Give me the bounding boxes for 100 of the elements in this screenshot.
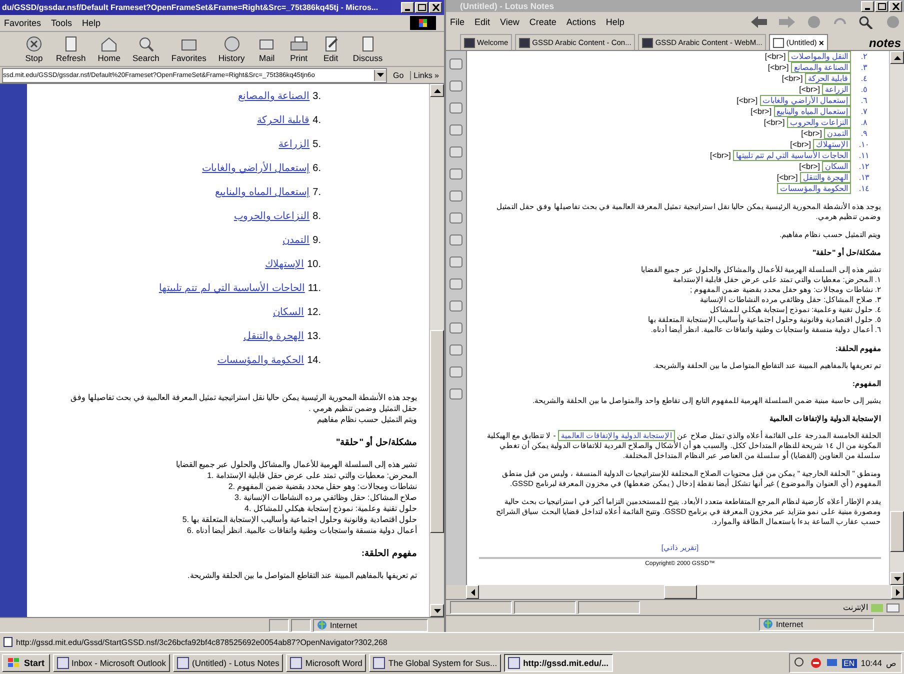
- topic-link[interactable]: الصناعة والمصانع: [238, 90, 310, 102]
- topic-link[interactable]: الهجرة والتنقل: [243, 330, 304, 342]
- back-arrow-icon[interactable]: [750, 15, 768, 29]
- vertical-scrollbar[interactable]: [429, 84, 444, 617]
- dropdown-arrow-icon[interactable]: [376, 73, 384, 77]
- topic-link[interactable]: إستعمال المياه والينابيع: [215, 186, 310, 198]
- close-tab-button[interactable]: ×: [818, 38, 824, 48]
- scroll-right-icon[interactable]: [896, 588, 900, 596]
- close-button[interactable]: [429, 2, 442, 13]
- scroll-up-icon[interactable]: [434, 88, 440, 92]
- topic-link[interactable]: التمدن: [282, 234, 310, 246]
- scroll-thumb[interactable]: [430, 330, 444, 534]
- print-button[interactable]: Print: [284, 35, 313, 63]
- topic-link[interactable]: إستعمال الأراضي والغابات: [760, 95, 851, 106]
- bookmark-icon[interactable]: [449, 387, 463, 401]
- windows-logo-icon: [410, 16, 436, 30]
- text-line: .تم تعريفها بالمفاهيم المبينة عند التقاطع المتواصل ما بين الحلقة والشريحة: [188, 570, 417, 581]
- home-button[interactable]: Home: [94, 35, 124, 63]
- scroll-left-icon[interactable]: [470, 588, 474, 596]
- search-button[interactable]: Search: [128, 35, 164, 63]
- topic-link[interactable]: النزاعات والحروب: [786, 117, 851, 128]
- bookmark-icon[interactable]: [449, 255, 463, 269]
- scroll-down-icon[interactable]: [894, 576, 900, 580]
- bookmark-icon[interactable]: [449, 365, 463, 379]
- menu-item[interactable]: Favorites: [4, 18, 42, 28]
- taskbar-button[interactable]: http://gssd.mit.edu/...: [504, 654, 613, 672]
- topic-link[interactable]: الزراعة: [278, 138, 310, 150]
- topic-link[interactable]: إستعمال الأراضي والغابات: [202, 162, 310, 174]
- links-button[interactable]: Links »: [410, 70, 442, 80]
- start-button[interactable]: Start: [2, 654, 50, 672]
- no-entry-icon[interactable]: [810, 657, 822, 669]
- horizontal-scrollbar[interactable]: [466, 585, 904, 599]
- go-button[interactable]: Go: [390, 70, 407, 80]
- menu-item[interactable]: Edit: [474, 17, 490, 27]
- bookmark-icon[interactable]: [449, 189, 463, 203]
- bookmark-icon[interactable]: [449, 299, 463, 313]
- maximize-button[interactable]: [415, 2, 428, 13]
- topic-link[interactable]: السكان: [273, 306, 304, 318]
- bookmark-icon[interactable]: [449, 79, 463, 93]
- topic-link[interactable]: الإستهلاك: [265, 258, 304, 270]
- bookmark-icon[interactable]: [449, 233, 463, 247]
- taskbar-button[interactable]: Inbox - Microsoft Outlook: [52, 654, 170, 672]
- scroll-down-icon[interactable]: [434, 608, 440, 612]
- bookmark-icon[interactable]: [449, 167, 463, 181]
- discuss-button[interactable]: Discuss: [348, 35, 387, 63]
- topic-link[interactable]: قابلية الحركة: [804, 73, 851, 84]
- scroll-thumb[interactable]: [890, 511, 904, 552]
- taskbar-button[interactable]: Microsoft Word: [286, 654, 366, 672]
- scroll-thumb[interactable]: [664, 585, 698, 599]
- topic-link[interactable]: النقل والمواصلات: [788, 51, 851, 62]
- bookmark-icon[interactable]: [449, 145, 463, 159]
- topic-link[interactable]: إستعمال المياه والينابيع: [774, 106, 851, 117]
- text-line: صلاح المشاكل: حقل وظائفي مرده النشاطات الإنسانية .3: [234, 492, 417, 503]
- taskbar-button[interactable]: The Global System for Sus...: [369, 654, 502, 672]
- topic-link[interactable]: الحكومة والمؤسسات: [217, 354, 304, 366]
- maximize-button[interactable]: [875, 0, 888, 12]
- minimize-button[interactable]: [401, 2, 414, 13]
- topic-link[interactable]: الصناعة والمصانع: [790, 62, 851, 73]
- menu-item[interactable]: Create: [529, 17, 556, 27]
- menu-item[interactable]: Tools: [51, 18, 72, 28]
- bookmark-icon[interactable]: [449, 321, 463, 335]
- topic-link[interactable]: الإستهلاك: [813, 139, 851, 150]
- menu-item[interactable]: Help: [606, 17, 624, 27]
- bookmark-icon[interactable]: [449, 277, 463, 291]
- menu-item[interactable]: Help: [82, 18, 101, 28]
- taskbar-button[interactable]: (Untitled) - Lotus Notes: [173, 654, 284, 672]
- forward-arrow-icon[interactable]: [778, 15, 796, 29]
- bookmark-icon[interactable]: [449, 343, 463, 357]
- search-icon[interactable]: [858, 15, 874, 29]
- scroll-up-icon[interactable]: [894, 56, 900, 60]
- history-button[interactable]: History: [214, 35, 249, 63]
- vertical-scrollbar[interactable]: [889, 51, 904, 585]
- refresh-button[interactable]: Refresh: [52, 35, 90, 63]
- topic-link[interactable]: قابلية الحركة: [256, 114, 310, 126]
- topic-link[interactable]: النزاعات والحروب: [234, 210, 310, 222]
- topic-link[interactable]: السكان: [822, 161, 851, 172]
- inbox-icon[interactable]: [886, 602, 900, 612]
- topic-link[interactable]: التمدن: [824, 128, 851, 139]
- menu-item[interactable]: File: [450, 17, 465, 27]
- bookmark-icon[interactable]: [449, 57, 463, 71]
- mail-button[interactable]: Mail: [252, 35, 281, 63]
- language-indicator[interactable]: EN: [842, 658, 857, 668]
- menu-item[interactable]: View: [500, 17, 520, 27]
- search-icon[interactable]: [794, 657, 806, 669]
- edit-button[interactable]: Edit: [316, 35, 345, 63]
- topic-link[interactable]: الهجرة والتنقل: [800, 172, 851, 183]
- favorites-button[interactable]: Favorites: [167, 35, 210, 63]
- monitor-icon[interactable]: [826, 657, 838, 669]
- menu-item[interactable]: Actions: [566, 17, 596, 27]
- topic-link[interactable]: الزراعة: [822, 84, 851, 95]
- bookmark-icon[interactable]: [449, 123, 463, 137]
- stop-button[interactable]: Stop: [20, 35, 48, 63]
- topic-link[interactable]: الحاجات الأساسية التي لم تتم تلبيتها: [732, 150, 851, 161]
- close-button[interactable]: [889, 0, 902, 12]
- bookmark-icon[interactable]: [449, 211, 463, 225]
- minimize-button[interactable]: [861, 0, 874, 12]
- topic-link[interactable]: الحكومة والمؤسسات: [776, 183, 851, 194]
- topic-link[interactable]: الحاجات الأساسية التي لم تتم تلبيتها: [158, 282, 305, 294]
- bookmark-icon[interactable]: [449, 101, 463, 115]
- br-tag: [<br>]: [768, 63, 789, 72]
